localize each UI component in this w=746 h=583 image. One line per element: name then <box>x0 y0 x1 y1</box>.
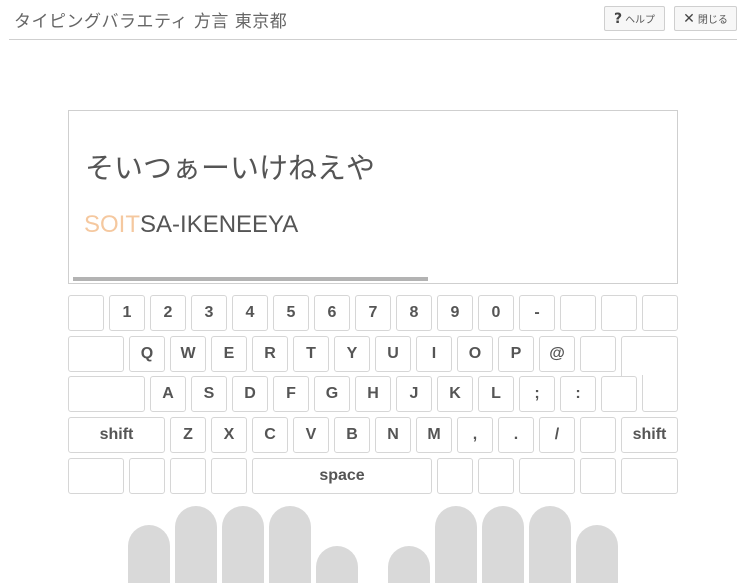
key-space: space <box>252 458 432 494</box>
key-:: : <box>560 376 596 412</box>
key-R: R <box>252 336 288 372</box>
key-M: M <box>416 417 452 453</box>
key-5: 5 <box>273 295 309 331</box>
key-H: H <box>355 376 391 412</box>
key-blank <box>601 295 637 331</box>
key-blank <box>580 336 616 372</box>
key-blank <box>68 336 124 372</box>
progress-bar <box>73 277 428 281</box>
help-button-label: ヘルプ <box>625 15 656 26</box>
kana-text: そいつぁーいけねえや <box>85 151 376 185</box>
key-,: , <box>457 417 493 453</box>
key-blank <box>68 295 104 331</box>
key-B: B <box>334 417 370 453</box>
key-blank <box>170 458 206 494</box>
key-J: J <box>396 376 432 412</box>
key-Z: Z <box>170 417 206 453</box>
key-enter-lower <box>642 375 678 412</box>
key-E: E <box>211 336 247 372</box>
key-0: 0 <box>478 295 514 331</box>
key-blank <box>68 376 145 412</box>
right-middle-finger <box>482 506 524 583</box>
key-2: 2 <box>150 295 186 331</box>
key-L: L <box>478 376 514 412</box>
key-blank <box>519 458 575 494</box>
key-blank <box>580 458 616 494</box>
key-8: 8 <box>396 295 432 331</box>
right-index-finger <box>435 506 477 583</box>
key-blank <box>68 458 124 494</box>
right-thumb-finger <box>388 546 430 583</box>
key-X: X <box>211 417 247 453</box>
right-pinky-finger <box>576 525 618 583</box>
key-D: D <box>232 376 268 412</box>
right-ring-finger <box>529 506 571 583</box>
key-F: F <box>273 376 309 412</box>
close-icon: ✕ <box>683 10 695 27</box>
key-A: A <box>150 376 186 412</box>
key-Q: Q <box>129 336 165 372</box>
key-6: 6 <box>314 295 350 331</box>
key-Y: Y <box>334 336 370 372</box>
key-T: T <box>293 336 329 372</box>
key-blank <box>211 458 247 494</box>
page-title: タイピングバラエティ 方言 東京都 <box>14 12 288 32</box>
key-9: 9 <box>437 295 473 331</box>
key-.: . <box>498 417 534 453</box>
key-V: V <box>293 417 329 453</box>
help-button[interactable]: ? ヘルプ <box>604 6 665 31</box>
key-3: 3 <box>191 295 227 331</box>
key-4: 4 <box>232 295 268 331</box>
key-blank <box>621 458 678 494</box>
key-blank <box>642 295 678 331</box>
left-index-finger <box>269 506 311 583</box>
key-N: N <box>375 417 411 453</box>
key-P: P <box>498 336 534 372</box>
key-C: C <box>252 417 288 453</box>
key-K: K <box>437 376 473 412</box>
left-thumb-finger <box>316 546 358 583</box>
key-blank <box>621 336 678 377</box>
key-G: G <box>314 376 350 412</box>
key-blank <box>129 458 165 494</box>
question-icon: ? <box>613 10 623 27</box>
key-shift-right: shift <box>621 417 678 453</box>
romaji-typed: SOIT <box>84 211 141 238</box>
header-bar: タイピングバラエティ 方言 東京都 ? ヘルプ ✕ 閉じる <box>9 0 737 40</box>
key-;: ; <box>519 376 555 412</box>
key-blank <box>478 458 514 494</box>
left-ring-finger <box>175 506 217 583</box>
romaji-remaining: SA-IKENEEYA <box>140 211 299 238</box>
key-U: U <box>375 336 411 372</box>
key-blank <box>437 458 473 494</box>
left-middle-finger <box>222 506 264 583</box>
key-7: 7 <box>355 295 391 331</box>
key-W: W <box>170 336 206 372</box>
key-@: @ <box>539 336 575 372</box>
romaji-text: SOITSA-IKENEEYA <box>84 211 298 239</box>
key-shift-left: shift <box>68 417 165 453</box>
question-panel: そいつぁーいけねえや SOITSA-IKENEEYA <box>68 110 678 284</box>
key-blank <box>580 417 616 453</box>
key-O: O <box>457 336 493 372</box>
key-blank <box>560 295 596 331</box>
key-1: 1 <box>109 295 145 331</box>
left-pinky-finger <box>128 525 170 583</box>
key-S: S <box>191 376 227 412</box>
key-blank <box>601 376 637 412</box>
key-/: / <box>539 417 575 453</box>
close-button-label: 閉じる <box>697 15 728 26</box>
key-I: I <box>416 336 452 372</box>
key--: - <box>519 295 555 331</box>
close-button[interactable]: ✕ 閉じる <box>674 6 737 31</box>
